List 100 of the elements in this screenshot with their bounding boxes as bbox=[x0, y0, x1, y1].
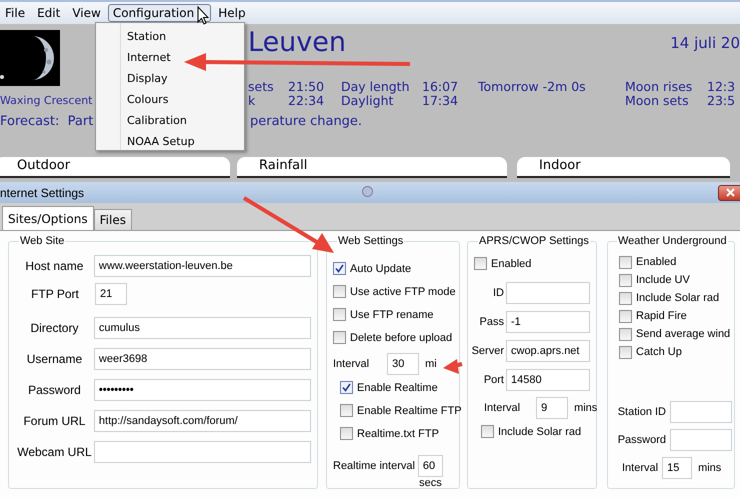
checkbox[interactable] bbox=[619, 346, 632, 358]
field-label: Interval bbox=[333, 358, 370, 370]
group-title: APRS/CWOP Settings bbox=[478, 235, 590, 247]
input-field[interactable]: www.weerstation-leuven.be bbox=[94, 255, 311, 277]
checkbox[interactable] bbox=[619, 328, 632, 340]
field-label: Username bbox=[26, 352, 84, 366]
unit-label: secs bbox=[419, 477, 442, 489]
checkbox[interactable] bbox=[619, 256, 632, 268]
moon-phase: Waxing Crescent bbox=[0, 94, 92, 108]
group-title: Weather Underground bbox=[617, 235, 728, 247]
field-label: Interval bbox=[484, 402, 520, 414]
input-field[interactable] bbox=[670, 401, 732, 423]
field-label: Server bbox=[472, 345, 504, 357]
checkbox[interactable] bbox=[619, 292, 632, 304]
checkbox-label: Realtime.txt FTP bbox=[357, 428, 439, 440]
checkbox[interactable] bbox=[340, 427, 353, 440]
unit-label: mins bbox=[698, 462, 722, 474]
field-label: Station ID bbox=[618, 406, 666, 418]
checkbox-label: Rapid Fire bbox=[636, 310, 687, 322]
menu-item[interactable]: Colours bbox=[96, 89, 244, 110]
menu-item[interactable]: Internet bbox=[96, 47, 244, 68]
info-text: Moon rises bbox=[625, 80, 694, 94]
forecast-text: Forecast: Part bbox=[0, 114, 94, 129]
input-field[interactable]: -1 bbox=[506, 311, 590, 333]
info-text: sets bbox=[248, 80, 275, 94]
menu-item[interactable]: Station bbox=[96, 26, 244, 47]
input-field[interactable]: ••••••••• bbox=[94, 379, 311, 401]
field-label: Host name bbox=[24, 259, 84, 273]
tab[interactable]: Sites/Options bbox=[2, 206, 94, 230]
input-field[interactable] bbox=[506, 282, 590, 304]
field-label: Password bbox=[618, 434, 666, 446]
checkbox-label: Enable Realtime bbox=[357, 382, 438, 394]
menu-item[interactable]: Calibration bbox=[96, 110, 244, 131]
circle-icon bbox=[362, 186, 373, 197]
menu-item[interactable]: NOAA Setup bbox=[96, 131, 244, 150]
input-field[interactable]: http://sandaysoft.com/forum/ bbox=[94, 410, 311, 432]
input-field[interactable]: 14580 bbox=[506, 369, 590, 391]
checkbox-label: Use active FTP mode bbox=[350, 286, 456, 298]
group-title: Web Settings bbox=[337, 235, 404, 247]
input-field[interactable]: 21 bbox=[95, 283, 127, 305]
checkbox[interactable] bbox=[333, 331, 346, 344]
checkbox[interactable] bbox=[333, 285, 346, 298]
info-text: Moon sets bbox=[625, 94, 690, 108]
panel-tab[interactable]: Rainfall bbox=[237, 157, 507, 178]
checkbox-label: Include UV bbox=[636, 274, 690, 286]
info-text: 22:34 bbox=[288, 94, 326, 108]
checkbox[interactable] bbox=[333, 308, 346, 321]
checkbox[interactable] bbox=[333, 262, 346, 275]
checkbox[interactable] bbox=[481, 425, 494, 438]
unit-label: mi bbox=[425, 358, 437, 370]
panel-tab[interactable]: Indoor bbox=[517, 157, 730, 178]
menu-item[interactable]: View bbox=[67, 4, 106, 22]
menu-item[interactable]: Configuration bbox=[108, 4, 212, 22]
info-text: 17:34 bbox=[422, 94, 460, 108]
input-field[interactable]: 60 bbox=[418, 455, 443, 477]
input-field[interactable]: cwop.aprs.net bbox=[506, 340, 590, 362]
field-label: Realtime interval bbox=[333, 460, 415, 472]
field-label: Directory bbox=[29, 321, 80, 335]
tab[interactable]: Files bbox=[94, 209, 132, 230]
arrow-drawing bbox=[443, 359, 462, 374]
input-field[interactable] bbox=[94, 441, 311, 463]
checkbox[interactable] bbox=[474, 257, 487, 270]
checkbox[interactable] bbox=[340, 381, 353, 394]
input-field[interactable]: weer3698 bbox=[94, 348, 311, 370]
info-text: 12:3 bbox=[707, 80, 736, 94]
field-label: Forum URL bbox=[22, 414, 86, 428]
forecast-text: perature change. bbox=[250, 114, 362, 129]
panel-tab[interactable]: Outdoor bbox=[0, 157, 230, 178]
input-field[interactable] bbox=[670, 429, 732, 451]
close-icon bbox=[726, 188, 734, 197]
input-field[interactable]: 15 bbox=[662, 457, 692, 479]
dialog-title: nternet Settings bbox=[0, 186, 84, 200]
close-button[interactable] bbox=[718, 184, 740, 200]
info-text: Day length bbox=[341, 80, 410, 94]
info-text: 23:5 bbox=[707, 94, 736, 108]
checkbox-label: Include Solar rad bbox=[498, 426, 582, 438]
checkbox[interactable] bbox=[619, 274, 632, 286]
menu-item[interactable]: Help bbox=[213, 4, 251, 22]
station-title: Leuven bbox=[248, 28, 346, 58]
checkbox-label: Send average wind bbox=[636, 328, 730, 340]
field-label: Interval bbox=[622, 462, 658, 474]
menu-item[interactable]: Edit bbox=[32, 4, 66, 22]
info-text: 21:50 bbox=[288, 80, 326, 94]
checkbox-label: Use FTP rename bbox=[350, 308, 434, 320]
field-label: Password bbox=[27, 383, 82, 397]
input-field[interactable]: cumulus bbox=[94, 317, 311, 339]
input-field[interactable]: 30 bbox=[387, 353, 420, 375]
checkbox[interactable] bbox=[340, 404, 353, 417]
field-label: Pass bbox=[480, 316, 504, 328]
field-label: Port bbox=[484, 374, 504, 386]
checkbox-label: Catch Up bbox=[636, 346, 682, 358]
menu-item[interactable]: Display bbox=[96, 68, 244, 89]
checkbox-label: Enable Realtime FTP bbox=[357, 404, 462, 416]
info-text: k bbox=[248, 94, 256, 108]
menu-item[interactable]: File bbox=[0, 4, 30, 22]
checkbox-label: Include Solar rad bbox=[636, 292, 720, 304]
unit-label: mins bbox=[574, 402, 598, 414]
checkbox[interactable] bbox=[619, 310, 632, 322]
checkbox-label: Enabled bbox=[491, 258, 532, 270]
input-field[interactable]: 9 bbox=[536, 397, 568, 419]
